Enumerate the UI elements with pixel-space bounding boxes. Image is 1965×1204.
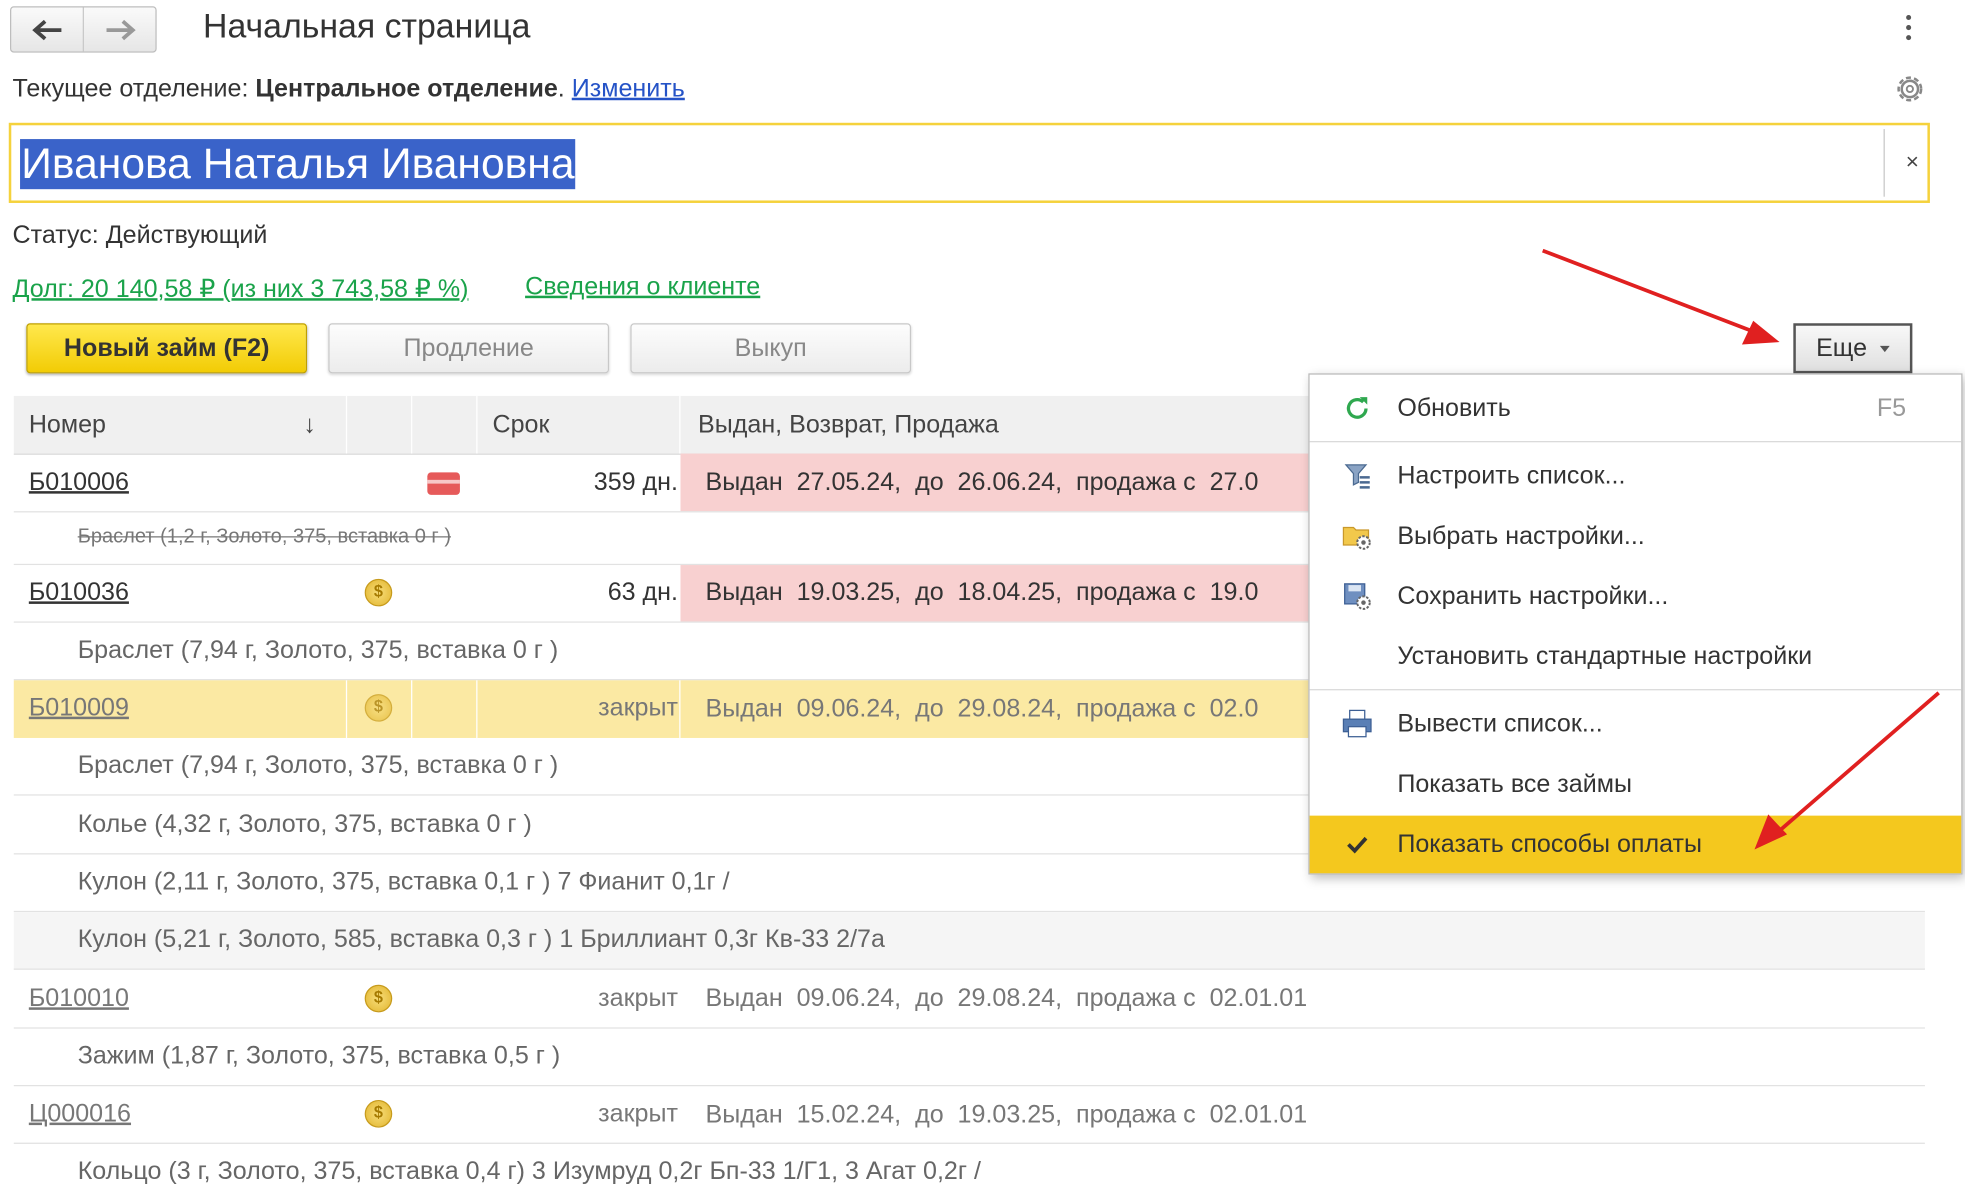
menu-item-label: Обновить — [1397, 394, 1511, 423]
department-suffix: . — [557, 75, 565, 103]
menu-item-label: Сохранить настройки... — [1397, 582, 1669, 611]
table-row[interactable]: Б010010 закрыт Выдан 09.06.24, до 29.08.… — [13, 970, 1925, 1029]
loan-term: закрыт — [598, 984, 678, 1013]
new-loan-button[interactable]: Новый займ (F2) — [26, 323, 308, 374]
menu-item-shortcut: F5 — [1876, 394, 1907, 423]
loan-number[interactable]: Б010036 — [29, 579, 129, 608]
pledge-item: Кулон (5,21 г, Золото, 585, вставка 0,3 … — [77, 925, 885, 954]
coin-payment-icon — [364, 1100, 393, 1128]
column-term[interactable]: Срок — [493, 396, 550, 454]
loan-issued: Выдан 19.03.25, до 18.04.25, продажа с 1… — [680, 565, 1333, 622]
page-title: Начальная страница — [203, 7, 531, 46]
field-divider — [1883, 129, 1885, 197]
list-item: Зажим (1,87 г, Золото, 375, вставка 0,5 … — [13, 1029, 1925, 1087]
coin-payment-icon — [364, 694, 393, 722]
loan-issued: Выдан 09.06.24, до 29.08.24, продажа с 0… — [705, 695, 1259, 723]
pledge-item: Браслет (1,2 г, Золото, 375, вставка 0 г… — [77, 526, 451, 548]
more-button-label: Еще — [1816, 333, 1868, 362]
loan-term: 359 дн. — [593, 468, 678, 497]
menu-item-label: Выбрать настройки... — [1397, 522, 1645, 551]
menu-item-show-all-loans[interactable]: Показать все займы — [1310, 755, 1962, 813]
menu-item-label: Установить стандартные настройки — [1397, 642, 1813, 671]
pledge-item: Кулон (2,11 г, Золото, 375, вставка 0,1 … — [77, 868, 730, 896]
menu-item-refresh[interactable]: Обновить F5 — [1310, 380, 1962, 438]
change-department-link[interactable]: Изменить — [572, 75, 685, 103]
department-label: Текущее отделение: — [12, 75, 249, 103]
menu-item-choose-settings[interactable]: Выбрать настройки... — [1310, 507, 1962, 565]
print-list-icon — [1342, 709, 1372, 738]
gear-icon[interactable] — [1892, 71, 1927, 106]
loan-number[interactable]: Б010009 — [29, 694, 129, 723]
loan-term: закрыт — [598, 1100, 678, 1128]
arrow-right-icon — [105, 19, 136, 40]
chevron-down-icon — [1879, 345, 1890, 352]
loan-term: 63 дн. — [607, 578, 678, 607]
menu-item-label: Настроить список... — [1397, 462, 1626, 490]
card-payment-icon — [427, 472, 460, 495]
loan-issued: Выдан 27.05.24, до 26.06.24, продажа с 2… — [680, 453, 1333, 512]
menu-item-default-settings[interactable]: Установить стандартные настройки — [1310, 628, 1962, 686]
department-name: Центральное отделение — [255, 75, 558, 103]
coin-payment-icon — [364, 578, 393, 607]
more-button[interactable]: Еще — [1793, 323, 1913, 374]
table-row[interactable]: Ц000016 закрыт Выдан 15.02.24, до 19.03.… — [13, 1086, 1925, 1144]
menu-item-configure-list[interactable]: Настроить список... — [1310, 447, 1962, 505]
refresh-icon — [1346, 397, 1368, 419]
annotation-arrow-to-more — [1542, 248, 1780, 345]
client-status: Статус: Действующий — [12, 221, 268, 250]
loan-number[interactable]: Ц000016 — [29, 1100, 131, 1129]
loan-term: закрыт — [598, 694, 678, 722]
department-line: Текущее отделение: Центральное отделение… — [13, 75, 685, 104]
loan-number[interactable]: Б010006 — [29, 469, 129, 498]
save-settings-icon — [1344, 583, 1371, 610]
buyout-button[interactable]: Выкуп — [630, 323, 912, 374]
pledge-item: Колье (4,32 г, Золото, 375, вставка 0 г … — [77, 810, 532, 839]
pledge-item: Зажим (1,87 г, Золото, 375, вставка 0,5 … — [77, 1042, 561, 1070]
sort-indicator[interactable]: ↓ — [303, 396, 316, 454]
debt-link[interactable]: Долг: 20 140,58 ₽ (из них 3 743,58 ₽ %) — [13, 273, 469, 304]
coin-payment-icon — [364, 984, 393, 1013]
back-button[interactable] — [11, 8, 82, 52]
loan-issued: Выдан 15.02.24, до 19.03.25, продажа с 0… — [705, 1101, 1308, 1129]
clear-icon[interactable]: × — [1894, 143, 1932, 181]
pledge-item: Кольцо (3 г, Золото, 375, вставка 0,4 г)… — [77, 1157, 981, 1186]
nav-buttons — [10, 6, 157, 53]
client-info-link[interactable]: Сведения о клиенте — [525, 273, 760, 302]
folder-settings-icon — [1342, 526, 1371, 550]
menu-item-label: Показать способы оплаты — [1397, 830, 1702, 859]
check-icon — [1347, 836, 1368, 854]
client-name-value[interactable]: Иванова Наталья Ивановна — [20, 139, 576, 190]
menu-item-label: Вывести список... — [1397, 710, 1603, 738]
client-name-field[interactable]: Иванова Наталья Ивановна × — [8, 122, 1932, 203]
menu-item-save-settings[interactable]: Сохранить настройки... — [1310, 568, 1962, 626]
column-issued[interactable]: Выдан, Возврат, Продажа — [698, 396, 999, 454]
menu-item-label: Показать все займы — [1397, 770, 1632, 799]
menu-item-show-payment-methods[interactable]: Показать способы оплаты — [1309, 815, 1962, 874]
menu-item-print-list[interactable]: Вывести список... — [1310, 695, 1962, 753]
list-settings-icon — [1344, 464, 1370, 489]
loan-number[interactable]: Б010010 — [29, 985, 129, 1014]
loan-issued: Выдан 09.06.24, до 29.08.24, продажа с 0… — [705, 984, 1308, 1013]
forward-button[interactable] — [82, 7, 156, 52]
pledge-item: Браслет (7,94 г, Золото, 375, вставка 0 … — [77, 636, 559, 665]
more-menu: Обновить F5 Настроить список... Выбрать … — [1308, 373, 1963, 875]
column-number[interactable]: Номер — [29, 396, 106, 454]
extend-button[interactable]: Продление — [328, 323, 610, 374]
list-item: Кулон (5,21 г, Золото, 585, вставка 0,3 … — [13, 912, 1925, 970]
list-item: Кольцо (3 г, Золото, 375, вставка 0,4 г)… — [14, 1144, 1925, 1202]
arrow-left-icon — [31, 19, 61, 40]
pledge-item: Браслет (7,94 г, Золото, 375, вставка 0 … — [77, 751, 559, 780]
more-actions-icon[interactable] — [1900, 15, 1918, 45]
